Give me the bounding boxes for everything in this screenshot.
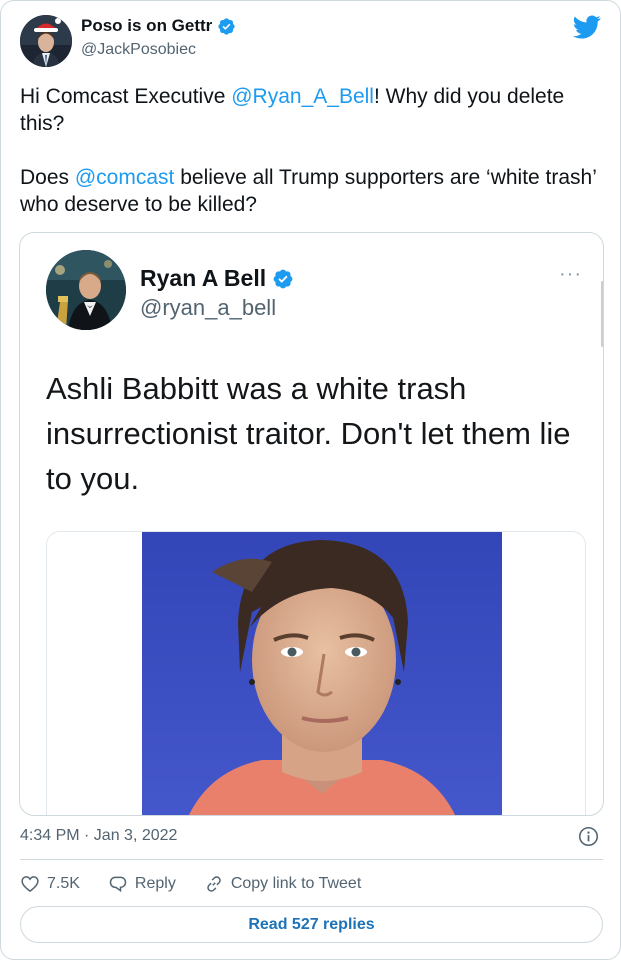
tweet-timestamp[interactable]: 4:34 PM · Jan 3, 2022 [20, 827, 177, 845]
like-count: 7.5K [47, 875, 80, 892]
tweet-text-segment: Hi Comcast Executive [20, 85, 232, 108]
reply-label: Reply [134, 875, 176, 892]
embedded-author-handle: @ryan_a_bell [140, 295, 277, 320]
info-icon[interactable] [578, 826, 599, 847]
more-icon: ··· [559, 263, 582, 285]
author-name-text: Poso is on Gettr [81, 16, 213, 35]
author-name[interactable]: Poso is on Gettr [81, 16, 236, 36]
mention-link[interactable]: @comcast [75, 166, 175, 189]
footer-divider [20, 859, 603, 860]
copy-link-button[interactable]: Copy link to Tweet [204, 874, 361, 894]
embedded-tweet-text: Ashli Babbitt was a white trash insurrec… [46, 371, 571, 496]
author-avatar[interactable] [20, 15, 72, 67]
tweet-paragraph-1: Hi Comcast Executive @Ryan_A_Bell! Why d… [20, 83, 600, 137]
verified-badge-icon [218, 17, 235, 35]
embedded-photo-card [46, 531, 586, 815]
tweet-text: Hi Comcast Executive @Ryan_A_Bell! Why d… [20, 83, 600, 245]
mention-link[interactable]: @Ryan_A_Bell [231, 85, 374, 108]
scrollbar [601, 281, 603, 347]
reply-button[interactable]: Reply [108, 874, 176, 894]
tweet-text-segment: Does [20, 166, 75, 189]
embedded-verified-badge-icon [273, 269, 293, 288]
like-button[interactable]: 7.5K [20, 874, 80, 894]
heart-icon [21, 876, 39, 893]
tweet-embed: Poso is on Gettr @JackPosobiec Hi Comcas… [0, 0, 621, 960]
copy-link-label: Copy link to Tweet [230, 875, 362, 892]
tweet-paragraph-2: Does @comcast believe all Trump supporte… [20, 164, 600, 218]
author-handle[interactable]: @JackPosobiec [81, 41, 196, 59]
action-bar: 7.5K Reply Copy link to Tweet [20, 873, 389, 895]
embedded-author-name-text: Ryan A Bell [140, 265, 267, 291]
embedded-avatar [46, 250, 126, 330]
reply-icon [109, 876, 127, 893]
embedded-photo [142, 532, 502, 815]
embedded-author-name: Ryan A Bell [140, 265, 294, 292]
twitter-bird-icon[interactable] [573, 15, 601, 39]
attached-screenshot[interactable]: Ryan A Bell @ryan_a_bell ··· Ashli Babbi… [19, 232, 604, 816]
read-replies-button[interactable]: Read 527 replies [20, 906, 603, 943]
link-icon [207, 876, 221, 892]
